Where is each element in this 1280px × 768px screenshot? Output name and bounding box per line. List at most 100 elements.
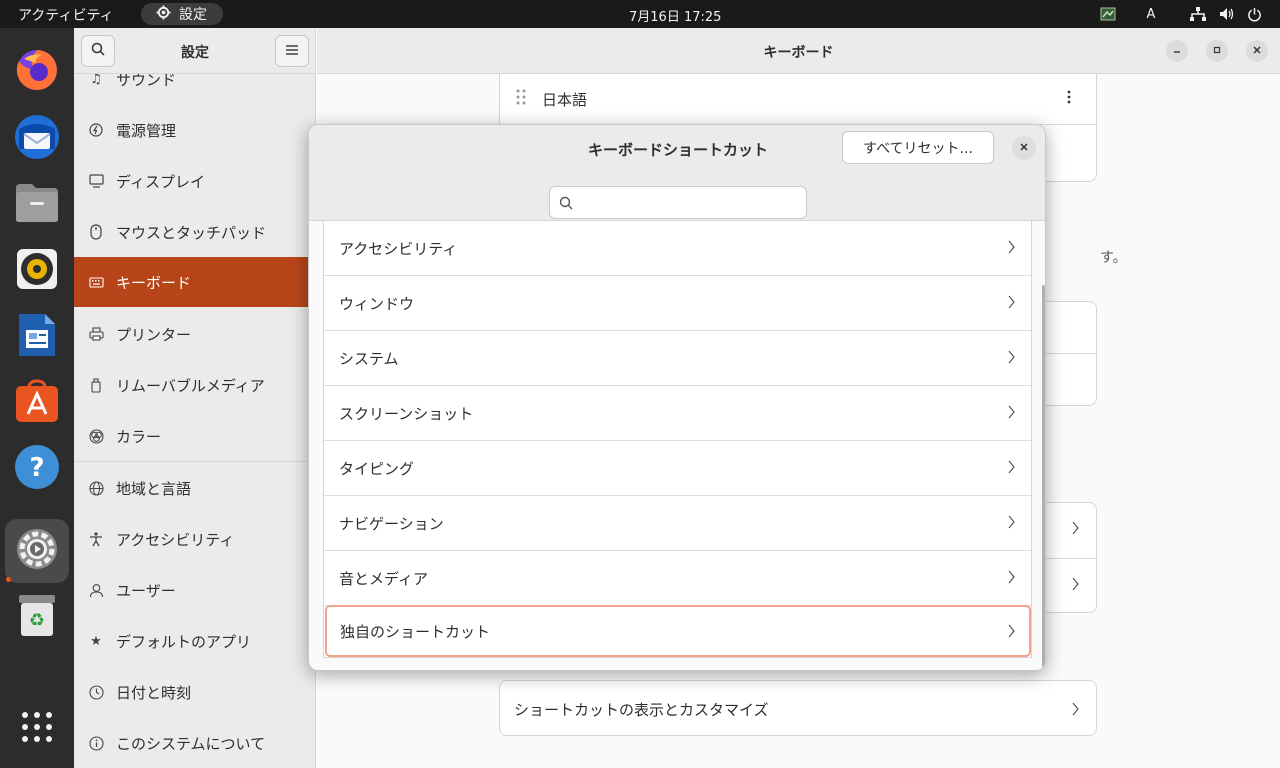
shortcut-category-list: アクセシビリティ ウィンドウ システム スクリーンショット タイピング ナビゲー… — [323, 221, 1032, 658]
close-icon — [1019, 141, 1029, 155]
sidebar-item-default-apps[interactable]: ★ デフォルトのアプリ — [74, 616, 315, 666]
network-icon[interactable] — [1189, 5, 1207, 23]
sidebar-divider — [74, 461, 315, 462]
dock-writer[interactable] — [5, 305, 69, 369]
dock-show-apps[interactable] — [5, 697, 69, 761]
category-navigation[interactable]: ナビゲーション — [324, 496, 1031, 551]
sidebar-item-about[interactable]: このシステムについて — [74, 718, 315, 768]
dock-trash[interactable]: ♻ — [5, 585, 69, 649]
running-indicator — [6, 577, 11, 582]
sidebar-item-removable-media[interactable]: リムーバブルメディア — [74, 360, 315, 410]
dock-help[interactable]: ? — [5, 437, 69, 501]
dialog-header: キーボードショートカット すべてリセット... — [309, 125, 1045, 171]
sidebar-item-label: デフォルトのアプリ — [116, 632, 252, 651]
category-accessibility[interactable]: アクセシビリティ — [324, 221, 1031, 276]
display-icon — [88, 173, 104, 189]
search-icon — [559, 196, 573, 214]
mouse-icon — [88, 224, 104, 240]
libreoffice-writer-icon — [17, 312, 57, 362]
sidebar-item-label: アクセシビリティ — [116, 530, 235, 549]
category-custom-shortcuts[interactable]: 独自のショートカット — [325, 605, 1031, 657]
scrollbar[interactable] — [1042, 285, 1045, 667]
star-icon: ★ — [90, 633, 102, 649]
sidebar-item-region-language[interactable]: 地域と言語 — [74, 463, 315, 513]
sidebar-item-label: 地域と言語 — [116, 479, 192, 498]
input-source-label: 日本語 — [542, 90, 588, 109]
page-title: キーボード — [763, 45, 834, 61]
close-icon — [1252, 45, 1262, 58]
category-label: アクセシビリティ — [339, 239, 458, 258]
minimize-button[interactable] — [1166, 40, 1188, 62]
category-screenshots[interactable]: スクリーンショット — [324, 386, 1031, 441]
app-center-icon — [14, 378, 60, 428]
sidebar-item-display[interactable]: ディスプレイ — [74, 156, 315, 206]
dialog-close-button[interactable] — [1012, 136, 1036, 160]
drag-handle-icon[interactable] — [516, 89, 526, 109]
sidebar-item-printers[interactable]: プリンター — [74, 309, 315, 359]
help-icon: ? — [14, 444, 60, 494]
sidebar-item-label: カラー — [116, 427, 162, 446]
thunderbird-icon — [13, 113, 61, 165]
power-icon[interactable] — [1245, 5, 1263, 23]
trash-icon: ♻ — [18, 593, 56, 641]
sidebar-item-date-time[interactable]: 日付と時刻 — [74, 667, 315, 717]
search-input[interactable] — [580, 191, 800, 215]
main-menu-button[interactable] — [275, 35, 309, 67]
dock-thunderbird[interactable] — [5, 107, 69, 171]
sidebar-item-label: ユーザー — [116, 581, 176, 600]
printer-icon — [88, 326, 104, 342]
category-typing[interactable]: タイピング — [324, 441, 1031, 496]
screen-share-icon[interactable] — [1099, 5, 1117, 23]
chevron-right-icon — [1008, 515, 1015, 533]
category-label: 音とメディア — [339, 569, 428, 588]
chevron-right-icon — [1072, 521, 1079, 539]
category-windows[interactable]: ウィンドウ — [324, 276, 1031, 331]
category-system[interactable]: システム — [324, 331, 1031, 386]
rhythmbox-icon — [16, 248, 58, 294]
main-header: キーボード — [317, 28, 1280, 74]
sidebar-item-users[interactable]: ユーザー — [74, 565, 315, 615]
sidebar-item-label: キーボード — [116, 273, 192, 292]
sidebar-item-power[interactable]: 電源管理 — [74, 105, 315, 155]
dock-rhythmbox[interactable] — [5, 239, 69, 303]
close-button[interactable] — [1246, 40, 1268, 62]
view-shortcuts-row[interactable]: ショートカットの表示とカスタマイズ — [499, 680, 1097, 736]
sidebar-item-accessibility[interactable]: アクセシビリティ — [74, 514, 315, 564]
sidebar-item-mouse[interactable]: マウスとタッチパッド — [74, 207, 315, 257]
dock: ? ♻ — [0, 28, 74, 768]
clock[interactable]: 7月16日 17:25 — [629, 6, 721, 25]
maximize-button[interactable] — [1206, 40, 1228, 62]
dock-settings[interactable] — [5, 519, 69, 583]
show-apps-icon — [21, 711, 53, 747]
dock-app-center[interactable] — [5, 371, 69, 435]
chevron-right-icon — [1008, 405, 1015, 423]
input-source-row[interactable]: 日本語 — [500, 74, 1096, 125]
app-menu-button[interactable]: 設定 — [141, 3, 223, 25]
shortcut-search[interactable] — [549, 186, 807, 219]
dock-files[interactable] — [5, 173, 69, 237]
activities-button[interactable]: アクティビティ — [18, 5, 114, 25]
sidebar-item-label: マウスとタッチパッド — [116, 223, 267, 242]
accessibility-icon — [88, 531, 104, 547]
firefox-icon — [14, 47, 60, 97]
keyboard-shortcuts-dialog: キーボードショートカット すべてリセット... アクセシビリティ ウィンドウ シ… — [308, 124, 1046, 671]
volume-icon[interactable] — [1218, 5, 1236, 23]
power-icon — [88, 122, 104, 138]
sidebar-item-label: リムーバブルメディア — [116, 376, 265, 395]
more-options-icon[interactable] — [1067, 90, 1071, 108]
sidebar-item-label: 日付と時刻 — [116, 683, 192, 702]
description-text: す。 — [1100, 250, 1127, 266]
sidebar-item-color[interactable]: カラー — [74, 411, 315, 461]
gear-icon — [156, 4, 171, 24]
reset-all-button[interactable]: すべてリセット... — [842, 131, 994, 164]
top-bar: アクティビティ 設定 7月16日 17:25 A — [0, 0, 1280, 28]
settings-icon — [14, 526, 60, 576]
category-label: タイピング — [339, 459, 415, 478]
hamburger-icon — [286, 43, 298, 59]
clock-icon — [88, 684, 104, 700]
dock-firefox[interactable] — [5, 40, 69, 104]
sidebar-item-keyboard[interactable]: キーボード — [74, 257, 315, 307]
minimize-icon — [1172, 45, 1182, 58]
input-method-indicator[interactable]: A — [1143, 5, 1159, 23]
category-sound-media[interactable]: 音とメディア — [324, 551, 1031, 606]
